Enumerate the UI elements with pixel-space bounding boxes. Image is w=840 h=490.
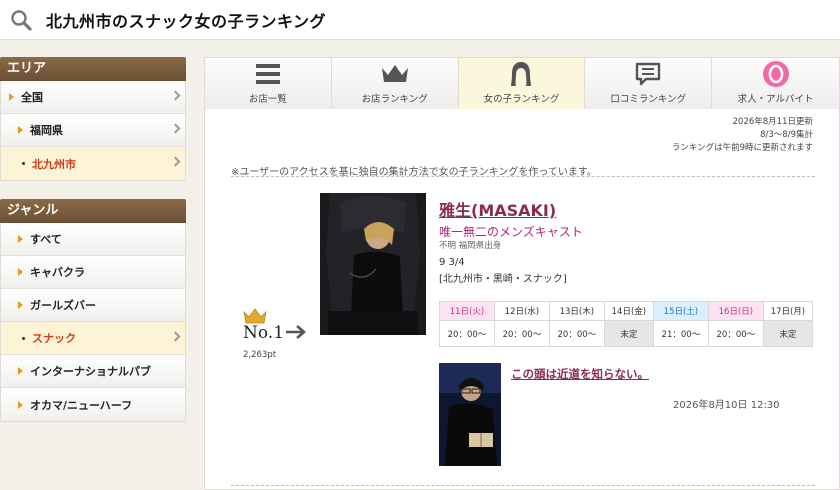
bullet-icon xyxy=(18,126,23,134)
sidebar-item-label: ガールズバー xyxy=(30,299,96,312)
schedule-time: 20：00〜 xyxy=(439,320,495,347)
schedule-table: 11日(火) 12日(水) 13日(木) 14日(金) 15日(土) 16日(日… xyxy=(439,301,814,347)
comment-icon xyxy=(634,60,662,88)
tab-jobs[interactable]: 求人・アルバイト xyxy=(712,58,839,109)
girl-size: 9 3/4 xyxy=(439,257,465,268)
sidebar-item-label: すべて xyxy=(30,233,62,246)
sidebar-item-snack[interactable]: スナック xyxy=(1,322,185,355)
arrow-right-icon xyxy=(285,324,307,344)
genre-list: すべて キャバクラ ガールズバー スナック インターナショナルパブ オカマ/ニュ… xyxy=(0,223,186,422)
sidebar-item-label: キャバクラ xyxy=(30,266,85,279)
bullet-icon xyxy=(18,235,23,243)
blog-title-link[interactable]: この頭は近道を知らない。 xyxy=(511,366,649,382)
sidebar-item-international-pub[interactable]: インターナショナルパブ xyxy=(1,355,185,388)
genre-heading: ジャンル xyxy=(0,199,186,223)
girl-icon xyxy=(509,60,533,88)
main-panel: お店一覧 お店ランキング 女の子ランキング 口コミランキング 求人・アルバイト … xyxy=(204,57,840,490)
sidebar-item-label: インターナショナルパブ xyxy=(30,365,151,378)
tab-bar: お店一覧 お店ランキング 女の子ランキング 口コミランキング 求人・アルバイト xyxy=(205,58,839,109)
sidebar-item-zenkoku[interactable]: 全国 xyxy=(1,81,185,114)
divider xyxy=(231,485,815,486)
bullet-icon xyxy=(18,301,23,309)
bullet-icon xyxy=(18,268,23,276)
schedule-time: 21：00〜 xyxy=(652,320,709,347)
tab-shop-list[interactable]: お店一覧 xyxy=(205,58,332,109)
job-icon xyxy=(762,60,790,88)
rank-points: 2,263pt xyxy=(243,350,277,360)
schedule-day: 17日(月) xyxy=(762,301,814,321)
bullet-icon xyxy=(22,162,25,165)
search-icon[interactable] xyxy=(8,7,34,33)
schedule-days: 11日(火) 12日(水) 13日(木) 14日(金) 15日(土) 16日(日… xyxy=(439,301,814,321)
girl-name-link[interactable]: 雅生(MASAKI) xyxy=(439,197,556,221)
bullet-icon xyxy=(18,367,23,375)
chevron-right-icon xyxy=(170,123,181,134)
update-date: 2026年8月11日更新 xyxy=(732,117,813,127)
schedule-day: 11日(火) xyxy=(439,301,495,321)
bullet-icon xyxy=(9,93,14,101)
tab-shop-ranking[interactable]: お店ランキング xyxy=(331,58,459,109)
aggregation-period: 8/3〜8/9集計 xyxy=(760,130,813,140)
page-title: 北九州市のスナック女の子ランキング xyxy=(46,11,327,31)
sidebar-item-label: 福岡県 xyxy=(30,124,63,137)
sidebar-item-cabaret[interactable]: キャバクラ xyxy=(1,256,185,289)
schedule-time: 20：00〜 xyxy=(548,320,605,347)
tab-label: お店ランキング xyxy=(361,94,428,105)
schedule-day: 14日(金) xyxy=(603,301,654,321)
chevron-right-icon xyxy=(170,331,181,342)
blog-photo[interactable] xyxy=(439,363,501,466)
schedule-day: 12日(水) xyxy=(493,301,550,321)
sidebar-item-label: オカマ/ニューハーフ xyxy=(30,398,133,412)
rank-number: No.1 xyxy=(243,323,285,343)
schedule-times: 20：00〜 20：00〜 20：00〜 未定 21：00〜 20：00〜 未定 xyxy=(439,320,814,347)
sidebar-item-label: スナック xyxy=(32,332,76,345)
sidebar-item-label: 北九州市 xyxy=(32,157,76,171)
schedule-time: 未定 xyxy=(762,320,814,347)
sidebar-item-label: 全国 xyxy=(21,91,43,104)
schedule-day: 15日(土) xyxy=(652,301,709,321)
schedule-time: 20：00〜 xyxy=(493,320,550,347)
tab-label: お店一覧 xyxy=(248,94,287,105)
bullet-icon xyxy=(18,400,23,409)
tab-label: 口コミランキング xyxy=(610,94,687,105)
update-note: ランキングは午前9時に更新されます xyxy=(671,143,813,153)
schedule-day: 16日(日) xyxy=(707,301,764,321)
sidebar-item-fukuoka[interactable]: 福岡県 xyxy=(1,114,185,147)
chevron-right-icon xyxy=(170,90,181,101)
girl-origin: 不明 福岡県出身 xyxy=(439,241,502,251)
sidebar-item-girls-bar[interactable]: ガールズバー xyxy=(1,289,185,322)
sidebar-item-kitakyushu[interactable]: 北九州市 xyxy=(1,147,185,180)
shop-info: [北九州市・黒崎・スナック] xyxy=(439,274,567,285)
blog-date: 2026年8月10日 12:30 xyxy=(673,400,780,411)
tab-girl-ranking[interactable]: 女の子ランキング xyxy=(458,58,586,109)
tab-review-ranking[interactable]: 口コミランキング xyxy=(585,58,713,109)
schedule-time: 未定 xyxy=(603,320,654,347)
sidebar: エリア 全国 福岡県 北九州市 ジャンル すべて キャバクラ ガールズバー スナ… xyxy=(0,57,186,440)
bullet-icon xyxy=(22,336,25,340)
crown-icon xyxy=(380,60,410,88)
area-list: 全国 福岡県 北九州市 xyxy=(0,81,186,181)
schedule-time: 20：00〜 xyxy=(707,320,764,347)
catch-copy: 唯一無二のメンズキャスト xyxy=(439,225,583,239)
divider xyxy=(231,176,815,177)
sidebar-item-all[interactable]: すべて xyxy=(1,223,185,256)
sidebar-item-okama[interactable]: オカマ/ニューハーフ xyxy=(1,388,185,421)
update-info: 2026年8月11日更新 8/3〜8/9集計 ランキングは午前9時に更新されます xyxy=(672,116,813,155)
list-icon xyxy=(255,60,281,88)
schedule-day: 13日(木) xyxy=(548,301,605,321)
chevron-right-icon xyxy=(170,156,181,167)
page-header: 北九州市のスナック女の子ランキング xyxy=(0,0,840,40)
tab-label: 求人・アルバイト xyxy=(737,94,814,105)
area-heading: エリア xyxy=(0,57,186,81)
girl-photo[interactable] xyxy=(320,193,426,335)
tab-label: 女の子ランキング xyxy=(483,94,560,105)
